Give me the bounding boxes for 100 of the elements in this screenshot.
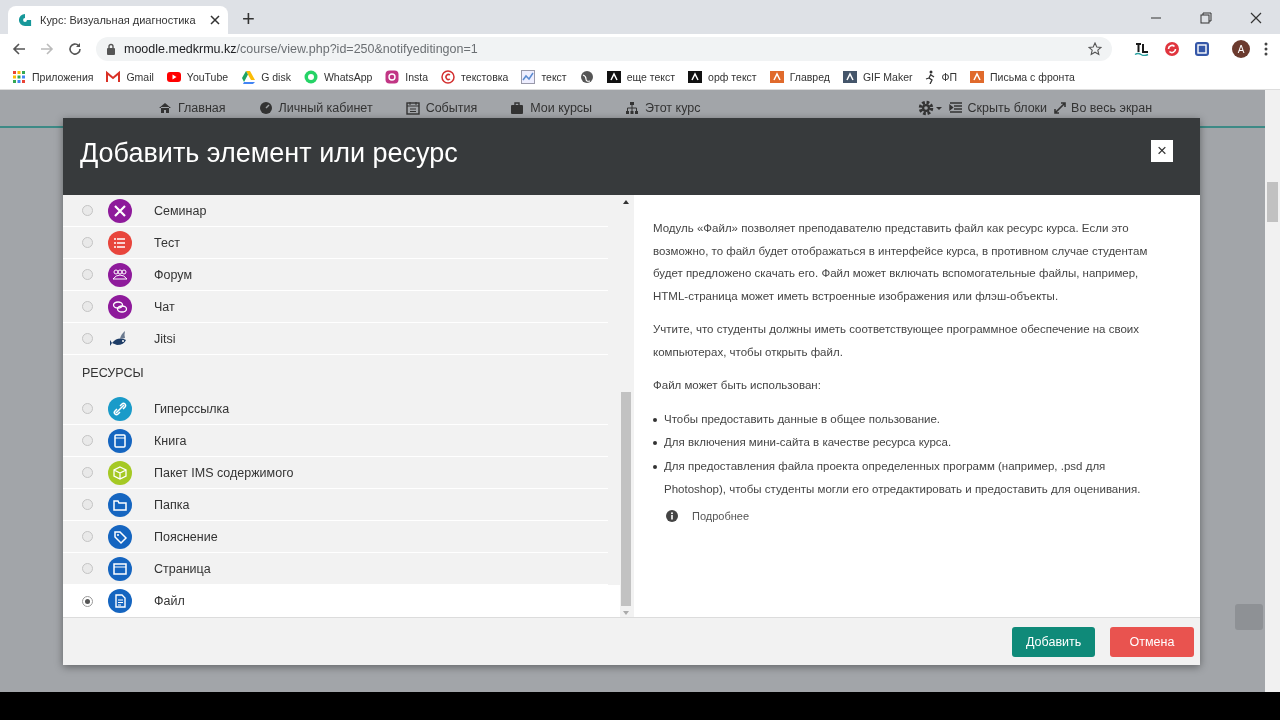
radio-button[interactable] (82, 237, 93, 248)
address-bar[interactable]: moodle.medkrmu.kz/course/view.php?id=250&notifyeditingon=1 (96, 37, 1112, 61)
bookmark[interactable]: еще текст (606, 69, 676, 84)
bookmark[interactable]: орф текст (688, 69, 757, 84)
bookmark-icon (970, 69, 984, 84)
restore-icon[interactable] (1200, 12, 1212, 24)
globe-icon[interactable] (579, 69, 594, 84)
nav-link[interactable]: Этот курс (625, 101, 701, 115)
extension-icon[interactable] (1194, 41, 1210, 57)
radio-button[interactable] (82, 333, 93, 344)
option-row[interactable]: Гиперссылка (63, 393, 608, 425)
nav-link[interactable]: Во весь экран (1053, 101, 1153, 115)
nav-link[interactable]: Личный кабинет (258, 101, 373, 115)
radio-button[interactable] (82, 531, 93, 542)
option-label: Пояснение (154, 529, 218, 544)
nav-link[interactable]: Скрыть блоки (949, 101, 1048, 115)
bookmark[interactable]: Главред (769, 69, 830, 84)
option-label: Файл (154, 594, 185, 608)
info-icon (666, 509, 678, 522)
site-icon (18, 13, 32, 27)
copyright-icon (441, 69, 456, 84)
section-heading: РЕСУРСЫ (81, 365, 145, 382)
bookmark[interactable]: WhatsApp (303, 69, 373, 84)
cancel-button[interactable]: Отмена (1110, 626, 1194, 657)
option-row[interactable]: Форум (63, 259, 608, 291)
nav-link[interactable]: Мои курсы (510, 101, 593, 115)
more-link[interactable]: Подробнее (692, 509, 750, 522)
option-label: Форум (154, 267, 192, 282)
option-row[interactable]: Пакет IMS содержимого (63, 457, 608, 489)
option-label: Папка (154, 497, 190, 512)
bookmark[interactable]: Приложения (12, 69, 94, 84)
option-row[interactable]: Файл (63, 585, 620, 617)
expand-icon (1053, 101, 1068, 115)
bullet-icon (653, 464, 657, 469)
settings-menu-button[interactable] (917, 99, 944, 117)
radio-button[interactable] (82, 467, 93, 478)
browser-tab[interactable]: Курс: Визуальная диагностика (8, 6, 228, 34)
forward-icon[interactable] (40, 42, 54, 56)
briefcase-icon (510, 101, 525, 115)
home-icon (158, 101, 172, 115)
option-label: Тест (154, 235, 180, 250)
bookmark-icon (688, 69, 703, 84)
reload-icon[interactable] (68, 42, 82, 56)
star-icon[interactable] (1088, 42, 1102, 56)
settings-icon (917, 99, 944, 117)
bookmark[interactable]: Insta (385, 69, 429, 84)
bookmark[interactable]: текст (521, 69, 567, 84)
bookmark-icon (769, 69, 784, 84)
bookmark[interactable]: YouTube (166, 69, 229, 84)
radio-button[interactable] (82, 595, 93, 607)
play-icon (166, 69, 181, 84)
option-label: Книга (154, 433, 187, 448)
list-item: Для предоставления файла проекта определенных программ (например, .psd для Photoshop), чтобы студенты могли его отредактировать и предоставить для оценивания. (664, 458, 1142, 497)
dashboard-icon (258, 101, 273, 115)
bookmark[interactable]: Письма с фронта (970, 69, 1075, 84)
option-row[interactable]: Книга (63, 425, 608, 457)
bullet-icon (653, 441, 657, 445)
radio-button[interactable] (82, 435, 93, 446)
figure-icon (925, 69, 936, 84)
radio-button[interactable] (82, 269, 93, 280)
add-button[interactable]: Добавить (1012, 626, 1095, 657)
paragraph: Модуль «Файл» позволяет преподавателю представить файл как ресурс курса. Если это возможно, то файл будет отображаться в интерфейсе курса, в противном случае студентам будет предложено скачать его. Файл может включать вспомогательные файлы, например, HTML-страница может иметь встроенные изображения или флэш-объекты. (653, 221, 1149, 304)
close-icon[interactable] (1250, 12, 1262, 24)
bookmark[interactable]: G disk (241, 69, 291, 84)
calendar-icon (405, 101, 420, 115)
nav-link[interactable]: Главная (158, 101, 226, 115)
radio-button[interactable] (82, 563, 93, 574)
bullet-icon (653, 417, 657, 422)
option-row[interactable]: Папка (63, 489, 608, 521)
option-label: Гиперссылка (154, 401, 230, 416)
scrollbar[interactable] (1265, 90, 1280, 692)
url-text: moodle.medkrmu.kz/course/view.php?id=250&notifyeditingon=1 (124, 42, 478, 56)
bookmark[interactable]: Gmail (106, 69, 154, 84)
radio-button[interactable] (82, 301, 93, 312)
option-row[interactable]: Пояснение (63, 521, 608, 553)
paragraph: Учтите, что студенты должны иметь соответствующее программное обеспечение на своих компьютерах, чтобы открыть файл. (653, 322, 1140, 360)
back-icon[interactable] (12, 42, 26, 56)
bookmark-icon (606, 69, 621, 84)
chart-icon (521, 69, 536, 84)
bookmark[interactable]: ФП (925, 69, 957, 84)
drive-icon (241, 69, 256, 84)
bookmark[interactable]: текстовка (441, 69, 509, 84)
option-row[interactable]: Jitsi (63, 323, 608, 355)
nav-link[interactable]: События (405, 101, 478, 115)
extension-icon[interactable] (1134, 42, 1150, 56)
close-icon[interactable] (210, 15, 220, 25)
option-label: Страница (154, 561, 211, 576)
close-button[interactable]: × (1151, 139, 1173, 162)
option-label: Чат (154, 299, 175, 314)
menu-icon[interactable] (1264, 42, 1268, 56)
option-row[interactable]: Чат (63, 291, 608, 323)
list-item: Для включения мини-сайта в качестве ресурса курса. (664, 435, 952, 450)
bookmark[interactable]: GIF Maker (842, 69, 913, 84)
option-row[interactable]: Тест (63, 227, 608, 259)
radio-button[interactable] (82, 403, 93, 414)
profile-avatar[interactable]: A (1232, 40, 1250, 58)
radio-button[interactable] (82, 205, 93, 216)
new-tab-button[interactable]: + (242, 7, 255, 31)
radio-button[interactable] (82, 499, 93, 510)
option-row[interactable]: Семинар (63, 195, 608, 227)
